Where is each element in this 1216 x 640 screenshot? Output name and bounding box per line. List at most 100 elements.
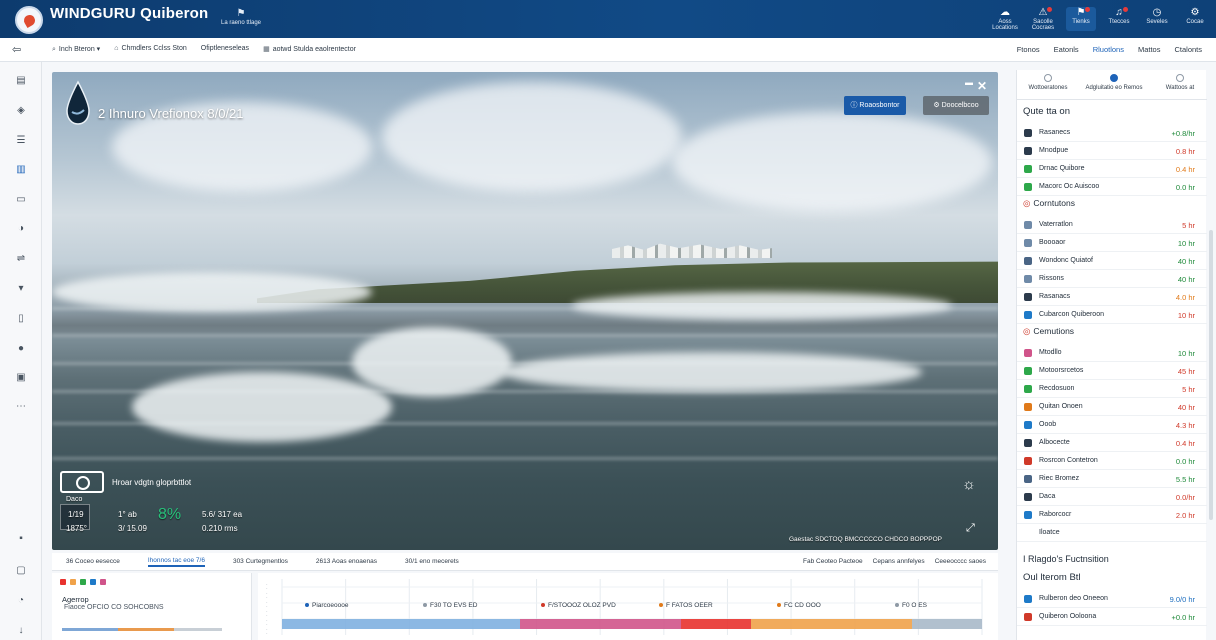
location-icon	[1024, 165, 1032, 173]
list-item-label: Wondonc Quiatof	[1039, 257, 1093, 264]
list-item[interactable]: Iloatce	[1017, 524, 1207, 542]
right-panel-scrollbar[interactable]	[1209, 230, 1213, 520]
list-item[interactable]: Daca 0.0/hr	[1017, 488, 1207, 506]
webcam-secondary-button[interactable]: ⚙ Doocelbcoo	[923, 96, 989, 115]
header-action-locations[interactable]: ☁ Aoss Locations	[990, 7, 1020, 31]
list-item[interactable]: Albocecte 0.4 hr	[1017, 434, 1207, 452]
list-item[interactable]: Riec Bromez 5.5 hr	[1017, 470, 1207, 488]
location-icon	[1024, 349, 1032, 357]
list-item[interactable]: Cubarcon Quiberoon 10 hr	[1017, 306, 1207, 324]
bottom-tab[interactable]: 2613 Aoas enoaenas	[316, 558, 377, 565]
location-icon	[1024, 403, 1032, 411]
tab-ctalonts[interactable]: Ctalonts	[1174, 45, 1202, 54]
color-legend	[60, 579, 106, 585]
header-action-seveles[interactable]: ◷ Seveles	[1142, 7, 1172, 31]
list-item-label: Rissons	[1039, 275, 1064, 282]
bottom-tab-active[interactable]: Ihonnos tac eoe 7/6	[147, 557, 205, 567]
breadcrumb-item[interactable]: ▦ aotwd Stulda eaolrentector	[263, 45, 356, 54]
pin-icon[interactable]: ▾	[14, 282, 28, 296]
minimize-icon[interactable]: ▬	[965, 78, 973, 87]
list-item[interactable]: Motoorsrcetos 45 hr	[1017, 362, 1207, 380]
header-action-tienks[interactable]: ⚑ Tienks	[1066, 7, 1096, 31]
webcam-title: 2 Ihnuro Vrefionox 8/0/21	[98, 106, 244, 121]
bottom-tab-right[interactable]: Cepans annfelyes	[873, 558, 925, 565]
list-item[interactable]: Ooob 4.3 hr	[1017, 416, 1207, 434]
location-icon[interactable]: ●	[14, 342, 28, 356]
location-icon	[1024, 239, 1032, 247]
breadcrumb-item[interactable]: ⌕ Inch Bteron ▾	[52, 45, 100, 54]
weather-icon[interactable]: ☼	[962, 476, 976, 493]
document-icon[interactable]: ▤	[14, 74, 28, 88]
summary-title: Agerrop	[62, 595, 89, 604]
breadcrumb-item[interactable]: ⌂ Chmdlers Cclss Ston	[114, 45, 187, 54]
webcam-caption: Gaestac SDCTOQ BMCCCCCO CHDCO BOPPPOP	[788, 536, 942, 543]
tab-rluotlons[interactable]: Rluotlons	[1093, 45, 1124, 54]
list-item[interactable]: Vaterratlon 5 hr	[1017, 216, 1207, 234]
calendar-icon[interactable]: ▭	[14, 193, 28, 207]
camera-icon[interactable]: ▣	[14, 371, 28, 385]
expand-icon[interactable]: ⤢	[966, 522, 975, 535]
webcam-view[interactable]: 2 Ihnuro Vrefionox 8/0/21 ⓘ Roaosbontor …	[52, 72, 998, 550]
location-icon	[1024, 613, 1032, 621]
list-item[interactable]: Rosrcon Contetron 0.0 hr	[1017, 452, 1207, 470]
bottom-tab-right[interactable]: Ceeeocccc saoes	[935, 558, 986, 565]
header-action-label: Ttecces	[1108, 19, 1130, 25]
chart-tick-label: -	[266, 631, 268, 636]
list-item-label: Mtodllo	[1039, 349, 1062, 356]
right-tab-label: Adgluitatio eo Remos	[1085, 85, 1143, 91]
monitor-icon[interactable]: ▢	[14, 564, 28, 578]
location-icon	[1024, 439, 1032, 447]
header-action-settings[interactable]: ⚙ Cocae	[1180, 7, 1210, 31]
right-tab[interactable]: Wattoos at	[1151, 74, 1209, 91]
list-item[interactable]: Quitan Onoen 40 hr	[1017, 398, 1207, 416]
list-item[interactable]: Mnodpue 0.8 hr	[1017, 142, 1207, 160]
right-tab[interactable]: Wottoeratones	[1019, 74, 1077, 91]
location-icon	[1024, 183, 1032, 191]
list-item[interactable]: Boooaor 10 hr	[1017, 234, 1207, 252]
bottom-tab-right[interactable]: Fab Ceoteo Pacteoe	[803, 558, 863, 565]
list-item[interactable]: Quiberon Ooloona +0.0 hr	[1017, 608, 1207, 626]
list-item-label: Riec Bromez	[1039, 475, 1080, 482]
header-center-button[interactable]: ⚑ La raeno ttlage	[220, 8, 262, 26]
more-icon[interactable]: ⋯	[14, 400, 28, 414]
globe-icon[interactable]: ◑	[14, 222, 28, 236]
layers-icon[interactable]: ◈	[14, 104, 28, 118]
arrow-icon[interactable]: ↓	[14, 624, 28, 638]
bottom-tab[interactable]: 303 Curtegmentlos	[233, 558, 288, 565]
note-icon[interactable]: ▯	[14, 312, 28, 326]
header-action-alerts[interactable]: ⚠ Sacolle Cocraes	[1028, 7, 1058, 31]
list-item[interactable]: Rasanacs 4.0 hr	[1017, 288, 1207, 306]
forecast-chart[interactable]: Piarcoeoooe F30 TO EVS ED F/STOOOZ OLOZ PV…	[258, 573, 998, 640]
route-icon[interactable]: ⇌	[14, 252, 28, 266]
list-item[interactable]: Mtodllo 10 hr	[1017, 344, 1207, 362]
tab-ftonos[interactable]: Ftonos	[1017, 45, 1040, 54]
webcam-primary-button[interactable]: ⓘ Roaosbontor	[844, 96, 906, 115]
close-icon[interactable]: ✕	[977, 79, 987, 93]
list-item[interactable]: Raborcocr 2.0 hr	[1017, 506, 1207, 524]
bottom-tab[interactable]: 30/1 eno mecerets	[405, 558, 459, 565]
right-tab-active[interactable]: Adgluitatio eo Remos	[1079, 74, 1149, 91]
list-item[interactable]: Wondonc Quiatof 40 hr	[1017, 252, 1207, 270]
help-icon[interactable]: ◔	[14, 594, 28, 608]
list-item[interactable]: Rasanecs +0.8/hr	[1017, 124, 1207, 142]
bottom-summary-panel: Agerrop Fiaoce OFCIO CO SOHCOBNS	[52, 573, 252, 640]
bottom-tab[interactable]: 36 Coceo eesecce	[66, 558, 120, 565]
list-item[interactable]: Drnac Quibore 0.4 hr	[1017, 160, 1207, 178]
list-item-value: 5.5 hr	[1175, 475, 1195, 484]
tab-eatonls[interactable]: Eatonls	[1054, 45, 1079, 54]
list-item[interactable]: Rulberon deo Oneeon 9.0/0 hr	[1017, 590, 1207, 608]
chart-series-label: F/STOOOZ OLOZ PVD	[548, 602, 616, 609]
brand-title[interactable]: WINDGURU Quiberon	[50, 5, 208, 22]
list-item[interactable]: Macorc Oc Auiscoo 0.0 hr	[1017, 178, 1207, 196]
header-action-ttecces[interactable]: ♫ Ttecces	[1104, 7, 1134, 31]
summary-progress	[62, 628, 222, 631]
windguru-logo[interactable]	[15, 6, 43, 34]
image-icon[interactable]: ▪	[14, 532, 28, 546]
list-item[interactable]: Rissons 40 hr	[1017, 270, 1207, 288]
back-arrow-icon[interactable]: ⇦	[12, 43, 21, 56]
list-icon[interactable]: ☰	[14, 134, 28, 148]
list-item[interactable]: Recdosuon 5 hr	[1017, 380, 1207, 398]
chart-icon[interactable]: ▥	[14, 163, 28, 177]
tab-mattos[interactable]: Mattos	[1138, 45, 1161, 54]
breadcrumb-item[interactable]: Ofiptleneseleas	[201, 45, 249, 54]
